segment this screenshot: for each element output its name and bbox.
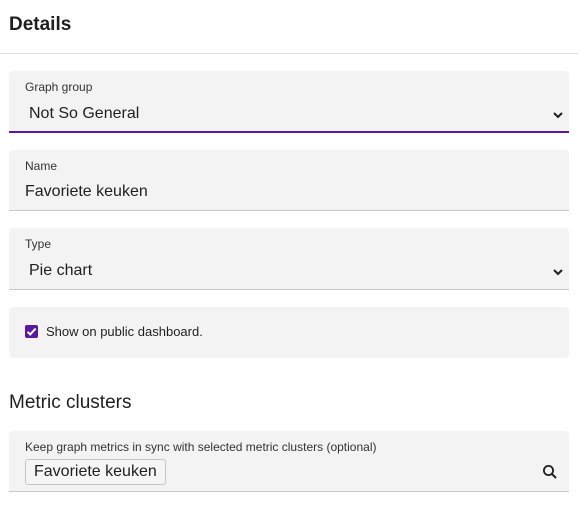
metric-clusters-field[interactable]: Keep graph metrics in sync with selected… xyxy=(9,431,569,492)
public-dashboard-label[interactable]: Show on public dashboard. xyxy=(46,324,203,339)
name-field[interactable]: Name Favoriete keuken xyxy=(9,150,569,211)
metric-cluster-chip[interactable]: Favoriete keuken xyxy=(25,459,166,485)
metric-clusters-title: Metric clusters xyxy=(9,392,132,413)
type-select[interactable]: Type Pie chart xyxy=(9,228,569,290)
search-icon[interactable] xyxy=(542,464,558,480)
chevron-down-icon[interactable] xyxy=(551,108,565,122)
type-value: Pie chart xyxy=(29,262,93,279)
page-title: Details xyxy=(9,14,72,35)
name-input[interactable]: Favoriete keuken xyxy=(25,183,148,201)
metric-clusters-sync-label: Keep graph metrics in sync with selected… xyxy=(25,440,377,454)
public-dashboard-checkbox[interactable] xyxy=(25,325,38,338)
check-icon xyxy=(26,327,37,336)
chevron-down-icon[interactable] xyxy=(551,265,565,279)
details-header: Details xyxy=(0,0,578,54)
name-label: Name xyxy=(25,159,58,173)
graph-group-value: Not So General xyxy=(29,105,140,122)
details-panel: Details Graph group Not So General Name … xyxy=(0,0,578,505)
type-label: Type xyxy=(25,237,52,251)
public-dashboard-option: Show on public dashboard. xyxy=(9,307,569,358)
graph-group-label: Graph group xyxy=(25,80,93,94)
graph-group-select[interactable]: Graph group Not So General xyxy=(9,71,569,133)
